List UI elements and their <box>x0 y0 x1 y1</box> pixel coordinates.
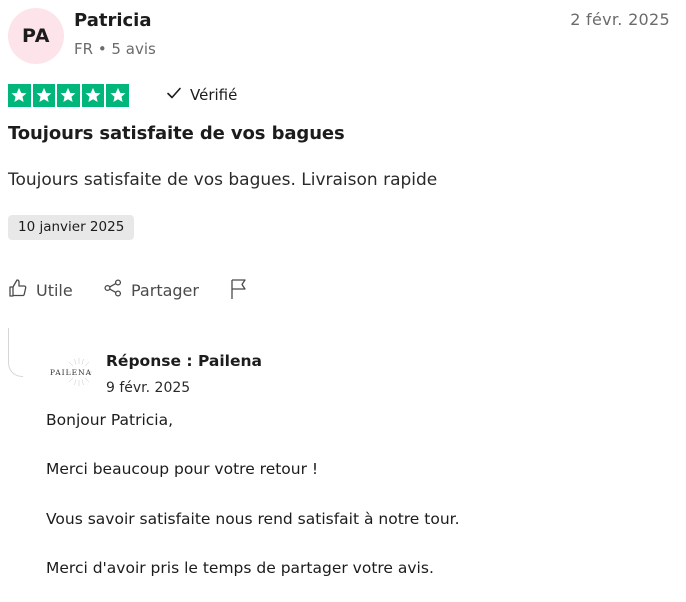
reply-connector <box>8 328 23 377</box>
verified-badge[interactable]: Vérifié <box>166 85 237 105</box>
share-label: Partager <box>131 280 199 300</box>
useful-label: Utile <box>36 280 73 300</box>
report-button[interactable] <box>229 278 249 304</box>
verified-label: Vérifié <box>190 86 238 104</box>
useful-button[interactable]: Utile <box>8 278 73 302</box>
share-button[interactable]: Partager <box>103 278 199 302</box>
star-icon <box>106 84 129 107</box>
reply-paragraph: Merci d'avoir pris le temps de partager … <box>46 559 434 577</box>
flag-icon <box>229 278 249 304</box>
review-date: 2 févr. 2025 <box>570 10 670 29</box>
star-icon <box>81 84 105 107</box>
reviewer-meta: FR • 5 avis <box>74 40 156 58</box>
svg-text:PAILENA: PAILENA <box>50 368 92 377</box>
reply-title: Réponse : Pailena <box>106 352 262 370</box>
star-icon <box>57 84 80 107</box>
company-logo: PAILENA <box>46 352 96 392</box>
check-icon <box>166 85 182 105</box>
star-rating <box>8 84 129 107</box>
experience-date-badge: 10 janvier 2025 <box>8 215 135 240</box>
reviewer-name[interactable]: Patricia <box>74 10 152 31</box>
thumbs-up-icon <box>8 278 28 302</box>
reply-paragraph: Vous savoir satisfaite nous rend satisfa… <box>46 510 460 528</box>
share-icon <box>103 278 123 302</box>
star-icon <box>8 84 31 107</box>
review-text: Toujours satisfaite de vos bagues. Livra… <box>8 170 438 190</box>
reply-paragraph: Merci beaucoup pour votre retour ! <box>46 460 319 478</box>
reply-date: 9 févr. 2025 <box>106 380 191 396</box>
avatar[interactable]: PA <box>8 8 64 64</box>
star-icon <box>32 84 56 107</box>
review-title: Toujours satisfaite de vos bagues <box>8 123 345 144</box>
reply-paragraph: Bonjour Patricia, <box>46 411 174 429</box>
